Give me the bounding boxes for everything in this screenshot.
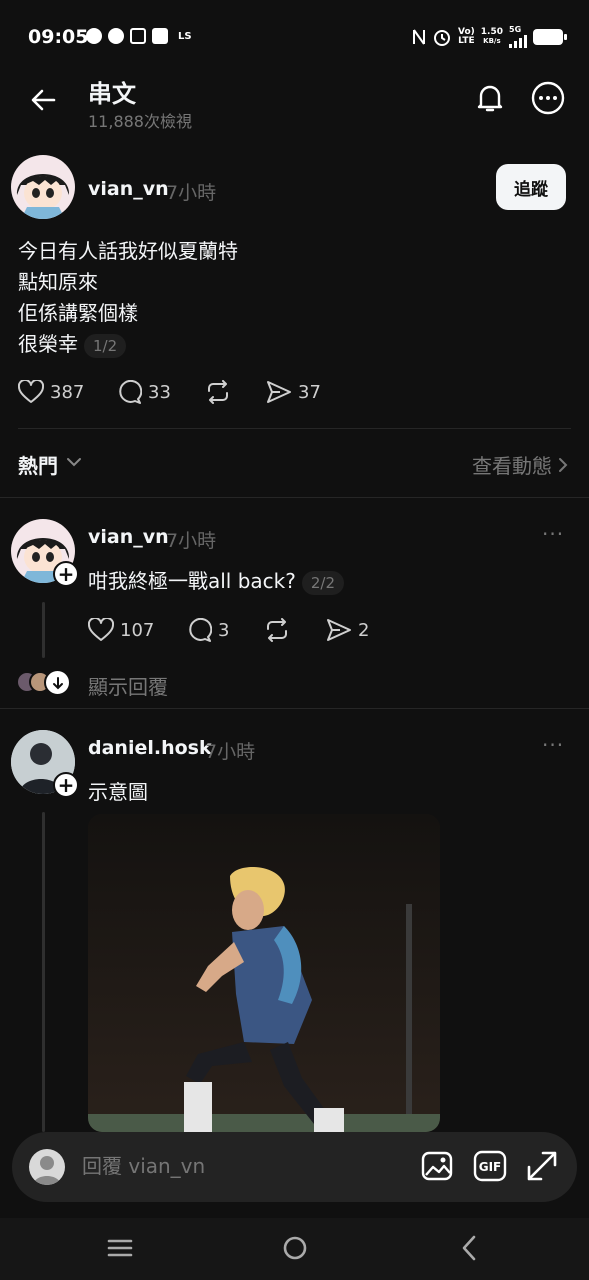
chevron-right-icon (559, 457, 568, 472)
reply-more-icon[interactable]: ··· (542, 522, 564, 546)
home-circle-icon (283, 1236, 307, 1260)
page-title: 串文 (88, 80, 136, 108)
image-button[interactable] (420, 1149, 454, 1183)
view-count: 11,888次檢視 (88, 112, 192, 131)
share-button[interactable]: 37 (266, 380, 321, 404)
notify-button[interactable] (472, 80, 508, 116)
sort-row: 熱門 查看動態 (18, 448, 568, 480)
system-nav-bar (0, 1218, 589, 1280)
facebook-icon (86, 28, 102, 44)
follow-button[interactable]: 追蹤 (496, 164, 566, 210)
avatar[interactable] (11, 155, 75, 219)
heart-icon (88, 618, 114, 641)
reply-text: 咁我終極一戰all back? 2/2 (88, 565, 345, 595)
show-replies-link[interactable]: 顯示回覆 (88, 671, 168, 700)
thread-line (42, 602, 45, 658)
football-player-image (88, 814, 440, 1132)
more-options-button[interactable] (530, 80, 566, 116)
recents-button[interactable] (105, 1233, 135, 1263)
gif-button[interactable]: GIF (473, 1149, 507, 1183)
repost-icon (267, 618, 287, 642)
reply-username[interactable]: daniel.hosk (88, 737, 212, 759)
comment-icon (119, 380, 142, 404)
reply-input[interactable] (82, 1154, 402, 1178)
comment-count: 3 (218, 619, 230, 641)
repost-button[interactable] (264, 618, 290, 642)
view-activity-link[interactable]: 查看動態 (472, 450, 568, 479)
follow-plus-icon[interactable]: + (53, 772, 79, 798)
comment-button[interactable]: 3 (188, 618, 229, 642)
like-button[interactable]: 387 (18, 380, 84, 404)
comment-count: 33 (148, 381, 171, 403)
back-arrow-icon (31, 89, 56, 111)
gif-icon: GIF (473, 1150, 507, 1182)
my-avatar (29, 1149, 65, 1185)
battery-icon (533, 29, 567, 45)
heart-icon (18, 380, 44, 403)
post-time: 7小時 (166, 182, 217, 204)
reply-text: 示意圖 (88, 780, 148, 804)
reply-time: 7小時 (205, 741, 256, 763)
post-line: 佢係講緊個樣 (18, 301, 138, 325)
chevron-down-icon (67, 458, 81, 467)
like-count: 107 (120, 619, 155, 641)
volte-indicator: Vo) LTE (458, 27, 475, 46)
more-icon (531, 81, 565, 115)
mail-icon (152, 28, 168, 44)
reply-username[interactable]: vian_vn (88, 526, 169, 548)
follow-plus-icon[interactable]: + (53, 561, 79, 587)
speed-indicator: 1.50 KB/s (480, 27, 503, 46)
like-button[interactable]: 107 (88, 618, 154, 642)
menu-icon (107, 1239, 133, 1257)
signal-icon: 5G (509, 26, 527, 48)
thread-line (42, 812, 45, 1132)
post-line-last: 很榮幸 1/2 (18, 329, 238, 360)
system-icons: Vo) LTE 1.50 KB/s 5G (412, 26, 567, 48)
status-bar: 09:05 LS Vo) LTE 1.50 KB/s 5G (0, 0, 589, 72)
share-button[interactable]: 2 (326, 618, 369, 642)
copy-icon (130, 28, 146, 44)
thread-header: 串文 11,888次檢視 (0, 72, 589, 140)
share-count: 2 (358, 619, 370, 641)
ls-text: LS (178, 30, 192, 42)
back-button[interactable] (28, 84, 60, 116)
reply-image[interactable] (88, 814, 440, 1132)
home-button[interactable] (280, 1233, 310, 1263)
notification-icons: LS (86, 28, 192, 44)
chat-icon (108, 28, 124, 44)
like-count: 387 (50, 381, 85, 403)
nav-back-button[interactable] (455, 1233, 485, 1263)
divider (0, 497, 589, 498)
sort-dropdown[interactable]: 熱門 (18, 450, 58, 479)
reply-composer: GIF (12, 1132, 577, 1202)
share-icon (267, 381, 291, 403)
expand-button[interactable] (525, 1149, 559, 1183)
page-indicator: 1/2 (84, 333, 127, 358)
reply-time: 7小時 (166, 530, 217, 552)
expand-icon (527, 1151, 557, 1181)
share-icon (327, 619, 351, 641)
post-text: 今日有人話我好似夏蘭特 點知原來 佢係講緊個樣 很榮幸 1/2 (18, 236, 238, 360)
bell-icon (477, 85, 503, 112)
post-line: 點知原來 (18, 270, 98, 294)
repost-icon (208, 380, 228, 404)
avatar-cartoon (16, 174, 70, 219)
arrow-down-icon (44, 669, 71, 696)
share-count: 37 (298, 381, 321, 403)
back-icon (462, 1235, 476, 1261)
divider (0, 708, 589, 709)
reply-more-icon[interactable]: ··· (542, 733, 564, 757)
alarm-icon (434, 30, 450, 46)
image-icon (421, 1151, 453, 1181)
comment-icon (189, 618, 212, 642)
comment-button[interactable]: 33 (118, 380, 171, 404)
svg-text:GIF: GIF (479, 1160, 502, 1174)
status-time: 09:05 (28, 26, 89, 48)
divider (18, 428, 571, 429)
nfc-icon (413, 29, 425, 45)
repost-button[interactable] (205, 380, 231, 404)
post-username[interactable]: vian_vn (88, 178, 169, 200)
page-indicator: 2/2 (301, 570, 345, 595)
post-line: 今日有人話我好似夏蘭特 (18, 239, 238, 263)
